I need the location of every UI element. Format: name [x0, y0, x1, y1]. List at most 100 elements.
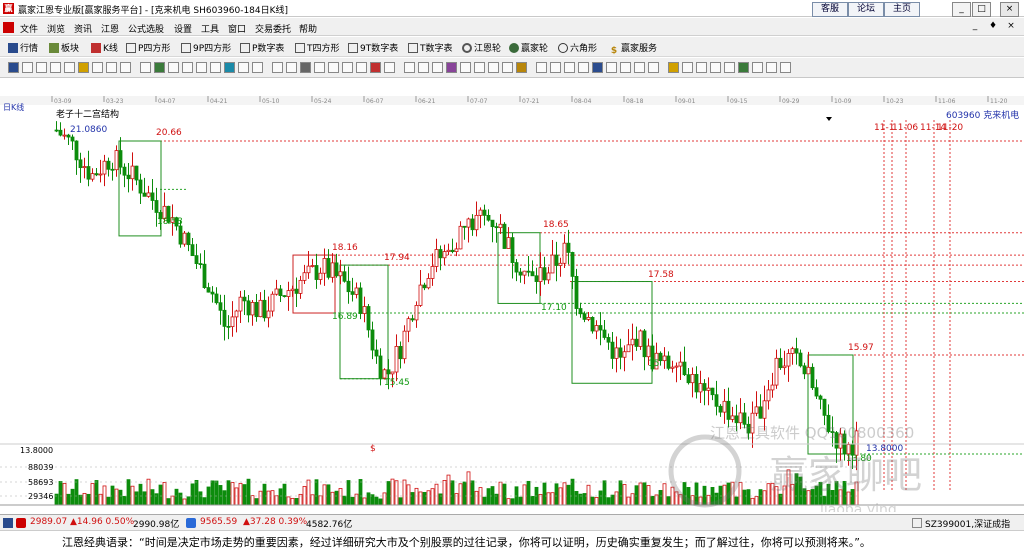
menu-trade[interactable]: 交易委托: [255, 22, 291, 35]
drawing-tool-icon[interactable]: [724, 62, 735, 73]
drawing-tool-icon[interactable]: [238, 62, 249, 73]
drawing-tool-icon[interactable]: [536, 62, 547, 73]
drawing-tool-icon[interactable]: [780, 62, 791, 73]
drawing-tool-icon[interactable]: [738, 62, 749, 73]
wheel-icon: [462, 43, 472, 53]
candle-up: [698, 383, 703, 393]
drawing-tool-icon[interactable]: [752, 62, 763, 73]
drawing-tool-icon[interactable]: [106, 62, 117, 73]
drawing-tool-icon[interactable]: [92, 62, 103, 73]
menu-settings[interactable]: 设置: [174, 22, 192, 35]
drawing-tool-icon[interactable]: [682, 62, 693, 73]
drawing-tool-icon[interactable]: [488, 62, 499, 73]
drawing-tool-icon[interactable]: [50, 62, 61, 73]
tb-gann-wheel[interactable]: 江恩轮: [462, 41, 501, 54]
mdi-restore-button[interactable]: ♦: [986, 21, 1000, 31]
menu-formula[interactable]: 公式选股: [128, 22, 164, 35]
menu-window[interactable]: 窗口: [228, 22, 246, 35]
t-table-icon: [408, 43, 418, 53]
drawing-tool-icon[interactable]: [120, 62, 131, 73]
drawing-tool-icon[interactable]: [36, 62, 47, 73]
drawing-tool-icon[interactable]: [460, 62, 471, 73]
tb-quotes[interactable]: 行情: [8, 41, 38, 54]
tb-p-square[interactable]: P四方形: [126, 41, 170, 54]
tb-sectors[interactable]: 板块: [49, 41, 79, 54]
tb-t-square[interactable]: T四方形: [295, 41, 340, 54]
drawing-tool-icon[interactable]: [668, 62, 679, 73]
grid-icon[interactable]: [3, 518, 13, 528]
drawing-tool-icon[interactable]: [446, 62, 457, 73]
menu-info[interactable]: 资讯: [74, 22, 92, 35]
drawing-tool-icon[interactable]: [418, 62, 429, 73]
dropdown-triangle-icon[interactable]: [826, 117, 832, 121]
mdi-close-button[interactable]: ×: [1004, 21, 1018, 31]
tb-t-number-table[interactable]: T数字表: [408, 41, 453, 54]
drawing-tool-icon[interactable]: [78, 62, 89, 73]
tb-winner-service[interactable]: $ 赢家服务: [609, 41, 657, 56]
drawing-tool-icon[interactable]: [502, 62, 513, 73]
drawing-tool-icon[interactable]: [432, 62, 443, 73]
tb-winner-wheel[interactable]: 赢家轮: [509, 41, 548, 54]
drawing-tool-icon[interactable]: [224, 62, 235, 73]
volume-bar-up: [474, 490, 479, 506]
drawing-tool-icon[interactable]: [550, 62, 561, 73]
forum-button[interactable]: 论坛: [848, 2, 884, 17]
menu-tools[interactable]: 工具: [201, 22, 219, 35]
drawing-tool-icon[interactable]: [606, 62, 617, 73]
drawing-tool-icon[interactable]: [404, 62, 415, 73]
drawing-tool-icon[interactable]: [578, 62, 589, 73]
menu-file[interactable]: 文件: [20, 22, 38, 35]
time-label: 11-20: [937, 123, 963, 133]
tb-kline[interactable]: K线: [91, 41, 118, 54]
drawing-tool-icon[interactable]: [696, 62, 707, 73]
drawing-tool-icon[interactable]: [564, 62, 575, 73]
kline-chart[interactable]: 03-09 03-23 04-07 04-21 05-10 05-24 06-07 06-21…: [0, 96, 1024, 518]
tb-9p-square[interactable]: 9P四方形: [181, 41, 231, 54]
drawing-tool-icon[interactable]: [286, 62, 297, 73]
drawing-tool-icon[interactable]: [314, 62, 325, 73]
minimize-button[interactable]: _: [952, 2, 971, 17]
candle-up: [738, 412, 743, 424]
drawing-tool-icon[interactable]: [64, 62, 75, 73]
drawing-tool-icon[interactable]: [272, 62, 283, 73]
drawing-tool-icon[interactable]: [154, 62, 165, 73]
mdi-minimize-button[interactable]: _: [968, 21, 982, 31]
drawing-tool-icon[interactable]: [168, 62, 179, 73]
menu-gann[interactable]: 江恩: [101, 22, 119, 35]
app-menu-icon[interactable]: [3, 22, 14, 33]
drawing-tool-icon[interactable]: [210, 62, 221, 73]
volume-bar-down: [378, 498, 383, 506]
tb-hexagon[interactable]: 六角形: [558, 41, 597, 54]
drawing-tool-icon[interactable]: [370, 62, 381, 73]
drawing-tool-icon[interactable]: [356, 62, 367, 73]
drawing-tool-icon[interactable]: [592, 62, 603, 73]
close-button[interactable]: ×: [1000, 2, 1019, 17]
menu-browse[interactable]: 浏览: [47, 22, 65, 35]
drawing-tool-icon[interactable]: [634, 62, 645, 73]
drawing-tool-icon[interactable]: [620, 62, 631, 73]
drawing-tool-icon[interactable]: [710, 62, 721, 73]
tb-p-number-table[interactable]: P数字表: [240, 41, 284, 54]
drawing-tool-icon[interactable]: [474, 62, 485, 73]
tb-9t-number-table[interactable]: 9T数字表: [348, 41, 398, 54]
drawing-tool-icon[interactable]: [22, 62, 33, 73]
volume-bar-down: [438, 493, 443, 506]
drawing-tool-icon[interactable]: [648, 62, 659, 73]
drawing-tool-icon[interactable]: [516, 62, 527, 73]
drawing-tool-icon[interactable]: [300, 62, 311, 73]
drawing-tool-icon[interactable]: [196, 62, 207, 73]
drawing-tool-icon[interactable]: [8, 62, 19, 73]
homepage-button[interactable]: 主页: [884, 2, 920, 17]
drawing-tool-icon[interactable]: [328, 62, 339, 73]
volume-bar-down: [482, 496, 487, 506]
drawing-tool-icon[interactable]: [182, 62, 193, 73]
menu-help[interactable]: 帮助: [299, 22, 317, 35]
drawing-tool-icon[interactable]: [384, 62, 395, 73]
maximize-button[interactable]: □: [972, 2, 991, 17]
service-button[interactable]: 客服: [812, 2, 848, 17]
drawing-tool-icon[interactable]: [252, 62, 263, 73]
drawing-tool-icon[interactable]: [766, 62, 777, 73]
drawing-tool-icon[interactable]: [140, 62, 151, 73]
drawing-tool-icon[interactable]: [342, 62, 353, 73]
chart-canvas[interactable]: 03-09 03-23 04-07 04-21 05-10 05-24 06-07 06-21…: [0, 96, 1024, 518]
